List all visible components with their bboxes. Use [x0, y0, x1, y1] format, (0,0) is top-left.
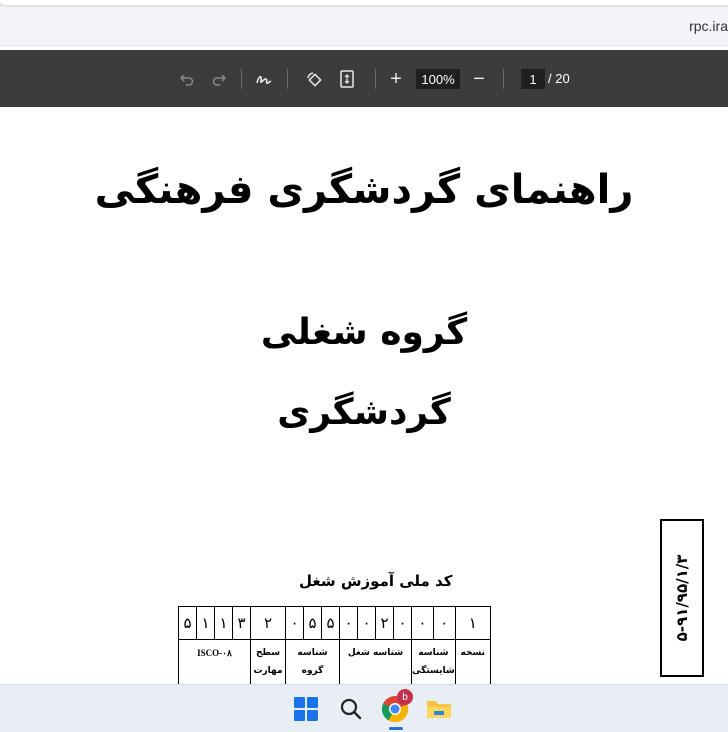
active-app-indicator [389, 727, 403, 730]
toolbar-separator [241, 69, 242, 89]
code-digit: ۳ [232, 606, 251, 640]
toolbar-separator [375, 69, 376, 89]
toolbar-separator [287, 69, 288, 89]
code-digit: ۵ [178, 606, 197, 640]
col-group-id: شناسه گروه [285, 639, 340, 684]
annotate-icon[interactable] [254, 67, 274, 91]
page-fit-icon[interactable] [337, 67, 357, 91]
rotate-icon[interactable] [304, 67, 324, 91]
col-version: نسخه [454, 639, 491, 684]
side-code: ۵-۹۱/۹۵/۱/۳ [673, 554, 691, 642]
taskbar [0, 684, 728, 732]
side-code-box: ۵-۹۱/۹۵/۱/۳ [660, 519, 704, 677]
code-digit: ۰ [285, 606, 304, 640]
code-label: کد ملی آموزش شغل [299, 572, 453, 590]
page-total: / 20 [548, 71, 570, 86]
code-digit: ۰ [357, 606, 376, 640]
code-digit: ۱ [214, 606, 233, 640]
code-digits-row: ۵ ۱ ۱ ۳ ۲ ۰ ۵ ۵ ۰ ۰ ۲ ۰ ۰ ۰ ۱ [178, 606, 491, 640]
code-digit: ۱ [454, 606, 491, 640]
active-tab[interactable] [0, 0, 728, 5]
toolbar-separator [503, 69, 504, 89]
document-title: راهنمای گردشگری فرهنگی [94, 167, 634, 213]
code-digit: ۰ [411, 606, 434, 640]
search-icon[interactable] [336, 694, 366, 724]
code-digit: ۰ [339, 606, 358, 640]
pdf-page: راهنمای گردشگری فرهنگی گروه شغلی گردشگری… [0, 107, 728, 684]
url-text[interactable]: rpc.ira [689, 18, 728, 34]
undo-icon[interactable] [178, 67, 196, 91]
code-digit: ۵ [303, 606, 322, 640]
isco-code: ISCO-۰۸ [178, 639, 251, 684]
code-digit: ۱ [196, 606, 215, 640]
code-digit: ۰ [393, 606, 412, 640]
pdf-toolbar: + 100% − 1 / 20 [0, 50, 728, 107]
chrome-profile-badge: b [397, 689, 413, 705]
redo-icon[interactable] [210, 67, 228, 91]
code-digit: ۰ [432, 606, 456, 640]
page-number-input[interactable]: 1 [521, 69, 545, 89]
address-bar[interactable]: rpc.ira [0, 7, 728, 46]
code-digit: ۵ [321, 606, 340, 640]
file-explorer-icon[interactable] [424, 694, 454, 724]
code-labels-row: ISCO-۰۸ سطح مهارت شناسه گروه شناسه شغل ش… [178, 639, 491, 684]
code-digit: ۲ [250, 606, 286, 640]
zoom-level[interactable]: 100% [416, 69, 460, 89]
zoom-in-icon[interactable]: + [387, 67, 405, 91]
col-competency-id: شناسه شایستگی [411, 639, 456, 684]
group-label: گروه شغلی [260, 312, 468, 353]
code-digit: ۲ [375, 606, 394, 640]
group-value: گردشگری [277, 392, 451, 433]
zoom-out-icon[interactable]: − [470, 67, 488, 91]
col-skill-level: سطح مهارت [250, 639, 286, 684]
col-job-id: شناسه شغل [339, 639, 412, 684]
tab-strip [0, 0, 728, 7]
national-code-table: ۵ ۱ ۱ ۳ ۲ ۰ ۵ ۵ ۰ ۰ ۲ ۰ ۰ ۰ ۱ ISCO-۰۸ سط… [178, 606, 491, 684]
windows-start-icon[interactable] [291, 694, 321, 724]
